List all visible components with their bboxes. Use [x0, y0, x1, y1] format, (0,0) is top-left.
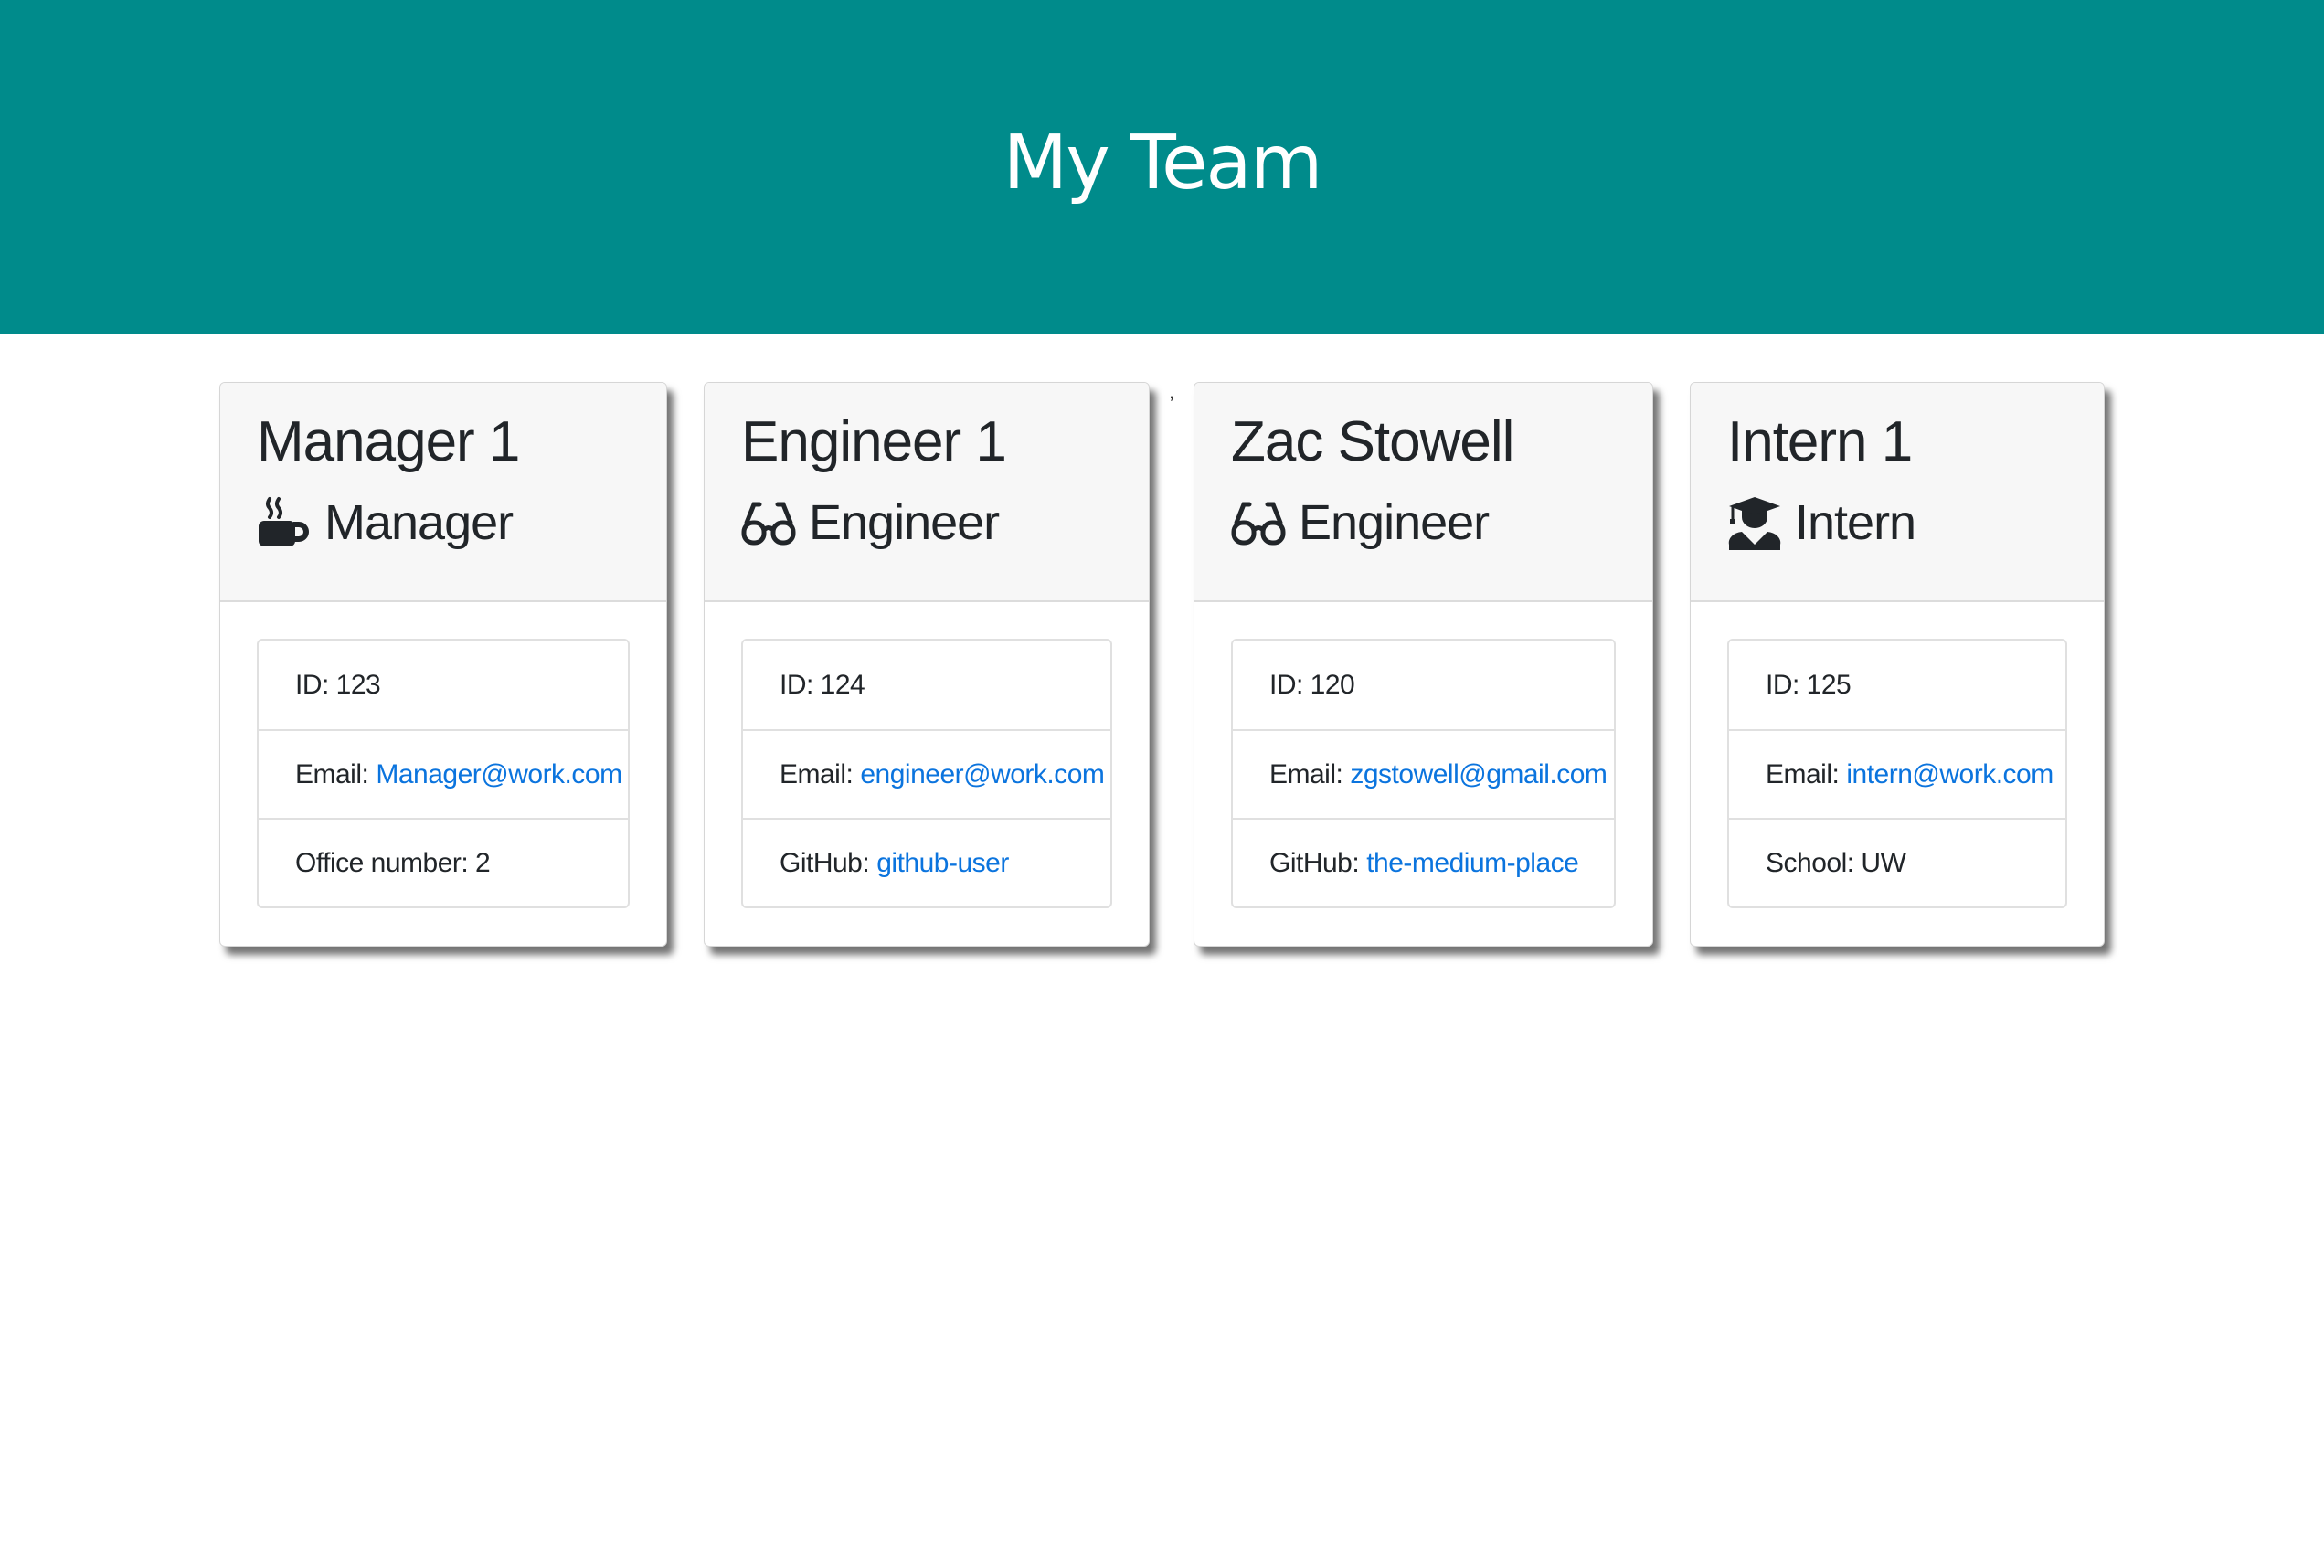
glasses-icon	[1231, 495, 1286, 550]
github-row: GitHub: the-medium-place	[1233, 818, 1614, 906]
employee-card-engineer-1: Engineer 1 Engineer ID: 124 Email: engin…	[704, 382, 1150, 947]
employee-name: Zac Stowell	[1231, 410, 1514, 473]
page-title: My Team	[1003, 119, 1322, 207]
employee-role: Engineer	[1299, 495, 1490, 550]
employee-card-manager: Manager 1 Manager ID: 123 Email: Manager…	[219, 382, 667, 947]
role-row: Intern	[1727, 491, 2104, 555]
email-row: Email: zgstowell@gmail.com	[1233, 729, 1614, 818]
github-label: GitHub:	[1269, 847, 1360, 878]
email-label: Email:	[295, 758, 369, 789]
email-row: Email: engineer@work.com	[743, 729, 1110, 818]
id-text: ID: 120	[1269, 669, 1355, 700]
card-body: ID: 125 Email: intern@work.com School: U…	[1691, 602, 2104, 908]
coffee-mug-icon	[257, 495, 312, 550]
card-header: Engineer 1 Engineer	[705, 383, 1149, 602]
glasses-icon	[741, 495, 796, 550]
page-header: My Team	[0, 0, 2324, 334]
id-row: ID: 125	[1729, 641, 2065, 729]
employee-card-intern: Intern 1 Intern ID: 125 Email: intern@wo…	[1690, 382, 2105, 947]
github-label: GitHub:	[780, 847, 870, 878]
email-row: Email: Manager@work.com	[259, 729, 628, 818]
info-list: ID: 123 Email: Manager@work.com Office n…	[257, 639, 630, 908]
id-row: ID: 123	[259, 641, 628, 729]
school-row: School: UW	[1729, 818, 2065, 906]
email-label: Email:	[780, 758, 854, 789]
graduate-icon	[1727, 495, 1782, 550]
role-row: Engineer	[1231, 491, 1652, 555]
card-body: ID: 120 Email: zgstowell@gmail.com GitHu…	[1194, 602, 1652, 908]
card-header: Manager 1 Manager	[220, 383, 666, 602]
id-row: ID: 124	[743, 641, 1110, 729]
employee-name: Intern 1	[1727, 410, 1913, 473]
id-text: ID: 123	[295, 669, 381, 700]
info-list: ID: 120 Email: zgstowell@gmail.com GitHu…	[1231, 639, 1616, 908]
employee-role: Manager	[324, 495, 514, 550]
office-number-row: Office number: 2	[259, 818, 628, 906]
card-body: ID: 123 Email: Manager@work.com Office n…	[220, 602, 666, 908]
employee-name: Manager 1	[257, 410, 520, 473]
info-list: ID: 124 Email: engineer@work.com GitHub:…	[741, 639, 1112, 908]
employee-role: Intern	[1795, 495, 1916, 550]
role-row: Manager	[257, 491, 666, 555]
email-link[interactable]: engineer@work.com	[860, 759, 1105, 790]
card-body: ID: 124 Email: engineer@work.com GitHub:…	[705, 602, 1149, 908]
id-text: ID: 125	[1766, 669, 1852, 700]
id-text: ID: 124	[780, 669, 865, 700]
employee-name: Engineer 1	[741, 410, 1007, 473]
card-header: Intern 1 Intern	[1691, 383, 2104, 602]
office-number-text: Office number: 2	[295, 847, 491, 878]
github-link[interactable]: the-medium-place	[1366, 848, 1579, 879]
info-list: ID: 125 Email: intern@work.com School: U…	[1727, 639, 2067, 908]
stray-mark: ,	[1169, 380, 1175, 403]
email-link[interactable]: Manager@work.com	[376, 759, 622, 790]
email-link[interactable]: intern@work.com	[1846, 759, 2053, 790]
employee-card-zac-stowell: Zac Stowell Engineer ID: 120 Email: zgst…	[1194, 382, 1653, 947]
employee-role: Engineer	[809, 495, 1000, 550]
email-label: Email:	[1269, 758, 1343, 789]
id-row: ID: 120	[1233, 641, 1614, 729]
email-link[interactable]: zgstowell@gmail.com	[1350, 759, 1608, 790]
email-row: Email: intern@work.com	[1729, 729, 2065, 818]
github-link[interactable]: github-user	[876, 848, 1009, 879]
role-row: Engineer	[741, 491, 1149, 555]
github-row: GitHub: github-user	[743, 818, 1110, 906]
school-text: School: UW	[1766, 847, 1906, 878]
email-label: Email:	[1766, 758, 1840, 789]
card-header: Zac Stowell Engineer	[1194, 383, 1652, 602]
